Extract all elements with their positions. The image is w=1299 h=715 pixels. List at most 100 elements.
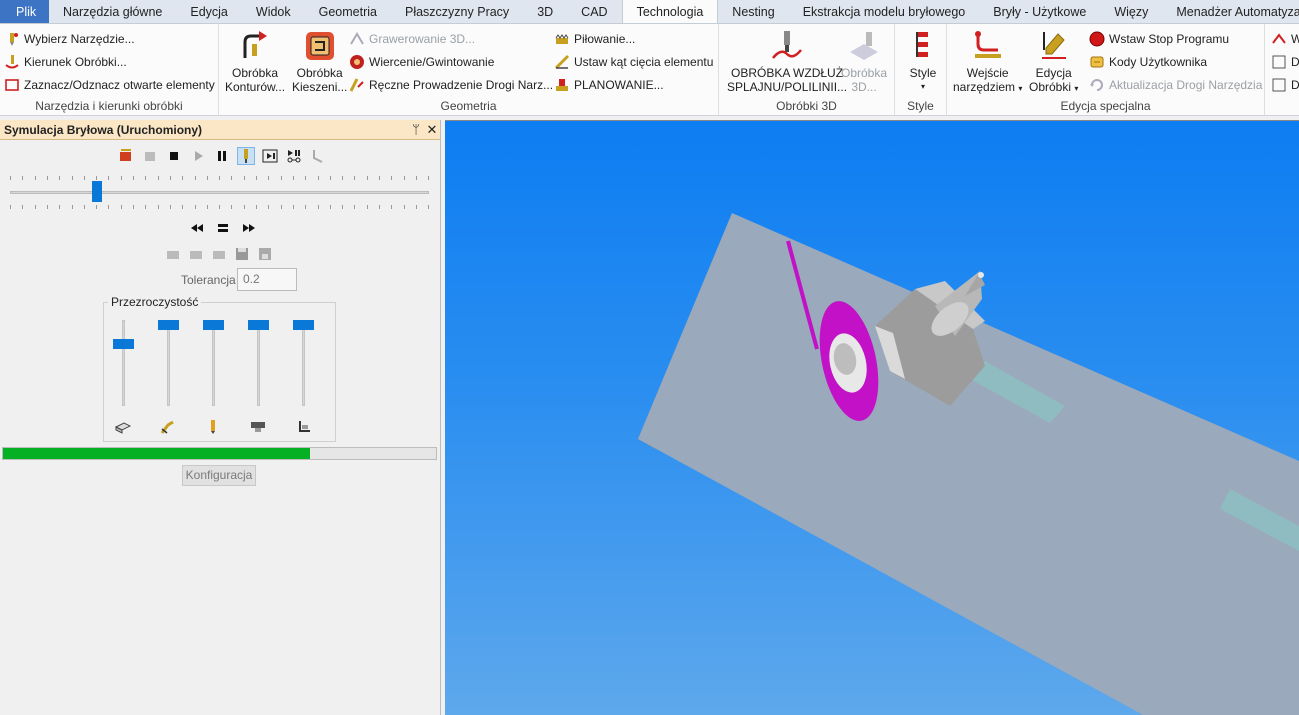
- timeline-tick: [256, 176, 257, 180]
- export-a-icon[interactable]: [164, 245, 182, 263]
- tab-solid-extraction[interactable]: Ekstrakcja modelu bryłowego: [789, 0, 980, 23]
- faster-icon[interactable]: [240, 219, 258, 237]
- machining-3d-button[interactable]: Obróbka 3D...: [841, 30, 887, 94]
- planing-button[interactable]: PLANOWANIE...: [554, 74, 664, 96]
- pocket-machining-button[interactable]: Obróbka Kieszeni...: [292, 30, 347, 94]
- timeline-ticks-bottom: [10, 205, 430, 209]
- tool-icon: [204, 419, 222, 435]
- timeline-slider-track[interactable]: [10, 191, 429, 194]
- manual-toolpath-button[interactable]: Ręczne Prowadzenie Drogi Narz...: [349, 74, 553, 96]
- toggle-open-elements-button[interactable]: Zaznacz/Odznacz otwarte elementy: [4, 74, 215, 96]
- clipped-a-icon: [1271, 31, 1287, 47]
- timeline-slider-thumb[interactable]: [91, 181, 102, 202]
- user-codes-button[interactable]: Kody Użytkownika: [1089, 51, 1207, 73]
- clipped-button-b[interactable]: D: [1271, 51, 1299, 73]
- timeline-tick: [379, 176, 380, 180]
- export-c-icon[interactable]: [210, 245, 228, 263]
- pin-icon[interactable]: ᛘ: [408, 122, 424, 137]
- drilling-button[interactable]: Wiercenie/Gwintowanie: [349, 51, 494, 73]
- transparency-track-holder[interactable]: [257, 320, 260, 406]
- engrave-3d-button[interactable]: Grawerowanie 3D...: [349, 28, 475, 50]
- machining-3d-icon: [848, 30, 880, 62]
- timeline-tick: [46, 176, 48, 180]
- tab-3d[interactable]: 3D: [523, 0, 567, 23]
- spline-machining-button[interactable]: OBRÓBKA WZDŁUŻ SPLAJNU/POLILINII...: [727, 30, 847, 94]
- tab-file[interactable]: Plik: [0, 0, 49, 23]
- pause-icon[interactable]: [213, 147, 231, 165]
- transparency-thumb-holder[interactable]: [248, 320, 269, 330]
- tab-cad[interactable]: CAD: [567, 0, 621, 23]
- tab-home[interactable]: Narzędzia główne: [49, 0, 176, 23]
- timeline-tick: [329, 205, 331, 209]
- stop-icon[interactable]: [165, 147, 183, 165]
- timeline-tick: [342, 176, 344, 180]
- tolerance-label: Tolerancja: [181, 273, 236, 287]
- tab-automation-manager[interactable]: Menadżer Automatyzacji Nes: [1162, 0, 1299, 23]
- transparency-thumb-tool[interactable]: [203, 320, 224, 330]
- edit-machining-button[interactable]: Edycja Obróbki ▾: [1029, 30, 1078, 96]
- tool-entry-button[interactable]: Wejście narzędziem ▾: [953, 30, 1022, 96]
- transparency-thumb-machine[interactable]: [293, 320, 314, 330]
- clipped-button-c[interactable]: D: [1271, 74, 1299, 96]
- holder-icon: [249, 419, 267, 435]
- normal-speed-icon[interactable]: [214, 219, 232, 237]
- timeline-tick: [133, 205, 134, 209]
- style-button[interactable]: Style ▾: [907, 30, 939, 94]
- transparency-track-tool[interactable]: [212, 320, 215, 406]
- edit-dropdown-arrow: ▾: [1074, 84, 1079, 93]
- tolerance-input[interactable]: 0.2: [237, 268, 297, 291]
- play-icon[interactable]: [189, 147, 207, 165]
- timeline-tick: [329, 176, 331, 180]
- restart-icon[interactable]: [117, 147, 135, 165]
- measure-icon[interactable]: [309, 147, 327, 165]
- tab-edit[interactable]: Edycja: [176, 0, 242, 23]
- sawing-button[interactable]: Piłowanie...: [554, 28, 635, 50]
- timeline-tick: [317, 176, 319, 180]
- spline-tool-icon: [771, 30, 803, 62]
- tool-visibility-icon[interactable]: [237, 147, 255, 165]
- simulation-scene: [638, 213, 1299, 715]
- timeline-tick: [219, 205, 221, 209]
- group-label-style: Style: [907, 99, 934, 113]
- edit-machining-icon: [1038, 30, 1070, 62]
- tab-technology[interactable]: Technologia: [621, 0, 719, 23]
- set-cut-angle-button[interactable]: Ustaw kąt cięcia elementu: [554, 51, 713, 73]
- direction-icon: [4, 54, 20, 70]
- tab-view[interactable]: Widok: [242, 0, 305, 23]
- transparency-thumb-toolpath[interactable]: [158, 320, 179, 330]
- close-icon[interactable]: ✕: [424, 122, 440, 138]
- tab-nesting[interactable]: Nesting: [718, 0, 788, 23]
- transparency-track-stock[interactable]: [122, 320, 125, 406]
- configuration-button[interactable]: Konfiguracja: [182, 465, 256, 486]
- tab-workplanes[interactable]: Płaszczyzny Pracy: [391, 0, 523, 23]
- direction-button[interactable]: Kierunek Obróbki...: [4, 51, 127, 73]
- export-b-icon[interactable]: [187, 245, 205, 263]
- save-as-icon[interactable]: [256, 245, 274, 263]
- select-tool-button[interactable]: Wybierz Narzędzie...: [4, 28, 135, 50]
- timeline-tick: [96, 176, 98, 180]
- step-mode-icon[interactable]: [261, 147, 279, 165]
- insert-program-stop-button[interactable]: Wstaw Stop Programu: [1089, 28, 1229, 50]
- group-label-3d: Obróbki 3D: [776, 99, 837, 113]
- run-to-end-icon[interactable]: [285, 147, 303, 165]
- timeline-tick: [59, 176, 61, 180]
- slower-icon[interactable]: [188, 219, 206, 237]
- menu-tabbar: Plik Narzędzia główne Edycja Widok Geome…: [0, 0, 1299, 24]
- step-back-icon[interactable]: [141, 147, 159, 165]
- contour-machining-button[interactable]: Obróbka Konturów...: [225, 30, 285, 94]
- update-toolpath-button[interactable]: Aktualizacja Drogi Narzędzia: [1089, 74, 1262, 96]
- clipped-button-a[interactable]: W: [1271, 28, 1299, 50]
- 3d-viewport[interactable]: [445, 120, 1299, 715]
- tab-geometry[interactable]: Geometria: [305, 0, 391, 23]
- transparency-thumb-stock[interactable]: [113, 339, 134, 349]
- stop-icon: [1089, 31, 1105, 47]
- ribbon-group-special: Wejście narzędziem ▾ Edycja Obróbki ▾ Ws…: [947, 24, 1265, 115]
- tab-solids-utility[interactable]: Bryły - Użytkowe: [979, 0, 1100, 23]
- transparency-track-toolpath[interactable]: [167, 320, 170, 406]
- timeline-tick: [379, 205, 380, 209]
- tab-constraints[interactable]: Więzy: [1100, 0, 1162, 23]
- save-icon[interactable]: [233, 245, 251, 263]
- transparency-track-machine[interactable]: [302, 320, 305, 406]
- cut-angle-icon: [554, 54, 570, 70]
- timeline-ticks-top: [10, 176, 430, 180]
